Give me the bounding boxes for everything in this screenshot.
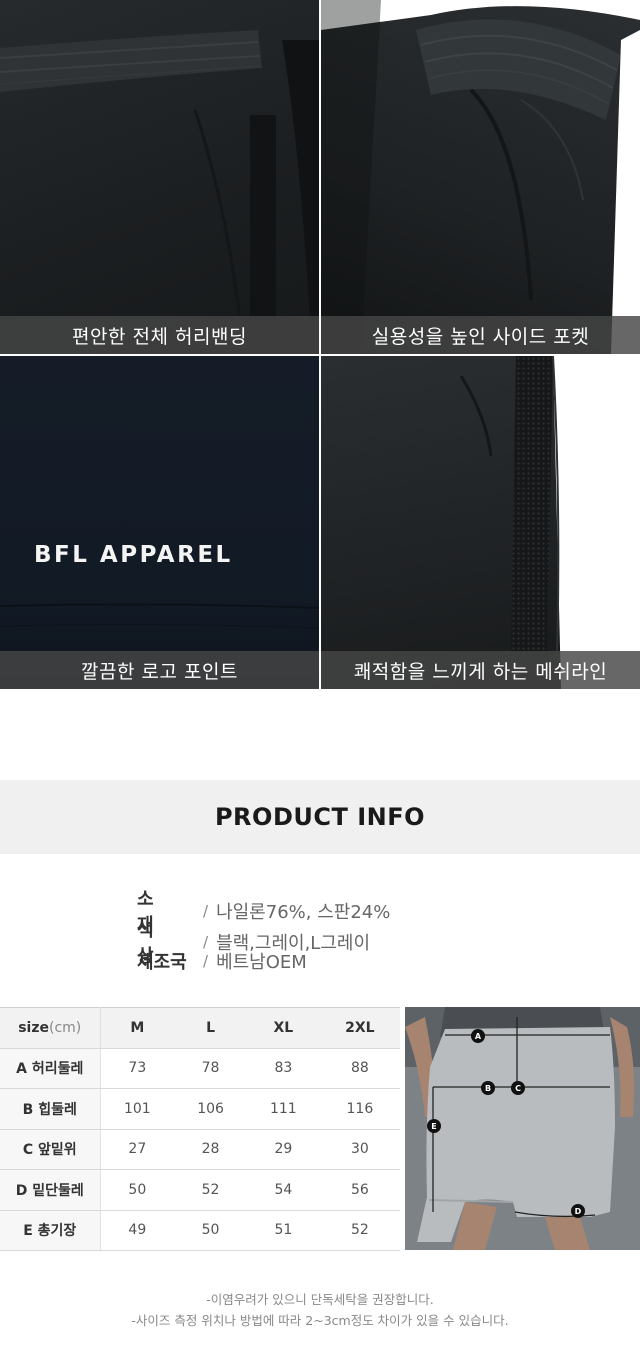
feature-caption: 실용성을 높인 사이드 포켓 (321, 316, 640, 354)
product-info-header: PRODUCT INFO (0, 780, 640, 854)
marker-c: C (511, 1081, 525, 1095)
feature-caption: 편안한 전체 허리밴딩 (0, 316, 319, 354)
bfl-apparel-logo: BFL APPAREL (34, 542, 233, 568)
table-cell: 54 (246, 1169, 320, 1211)
table-cell: 49 (100, 1210, 175, 1251)
table-cell: 52 (174, 1169, 247, 1211)
size-header-unit: (cm) (49, 1019, 82, 1036)
size-guide-model-photo: A B C D E (405, 1007, 640, 1250)
marker-d: D (571, 1204, 585, 1218)
table-cell: 73 (100, 1048, 175, 1089)
size-header-cell: size(cm) (0, 1007, 101, 1049)
waistband-photo: 편안한 전체 허리밴딩 (0, 0, 319, 354)
table-cell: 50 (174, 1210, 247, 1251)
table-row: A 허리둘레 73 78 83 88 (0, 1048, 400, 1089)
size-header-label: size (18, 1019, 49, 1036)
row-label: A 허리둘레 (0, 1048, 101, 1089)
table-cell: 111 (246, 1088, 320, 1130)
table-row: C 앞밑위 27 28 29 30 (0, 1129, 400, 1170)
size-table: size(cm) M L XL 2XL A 허리둘레 73 78 83 88 B… (0, 1007, 400, 1251)
table-cell: 29 (246, 1129, 320, 1170)
spec-label: 제조국 (137, 952, 187, 973)
marker-b: B (481, 1081, 495, 1095)
table-row: E 총기장 49 50 51 52 (0, 1210, 400, 1251)
size-deviation-note: -사이즈 측정 위치나 방법에 따라 2~3cm정도 차이가 있을 수 있습니다… (131, 1313, 509, 1328)
size-column-header: XL (246, 1007, 320, 1049)
row-label: E 총기장 (0, 1210, 101, 1251)
feature-caption: 쾌적함을 느끼게 하는 메쉬라인 (321, 651, 640, 689)
feature-caption: 깔끔한 로고 포인트 (0, 651, 319, 689)
table-cell: 101 (100, 1088, 175, 1130)
table-cell: 116 (319, 1088, 400, 1130)
side-pocket-photo: 실용성을 높인 사이드 포켓 (321, 0, 640, 354)
table-cell: 56 (319, 1169, 400, 1211)
table-cell: 50 (100, 1169, 175, 1211)
table-cell: 28 (174, 1129, 247, 1170)
mesh-line-photo: 쾌적함을 느끼게 하는 메쉬라인 (321, 356, 640, 689)
table-cell: 30 (319, 1129, 400, 1170)
table-row: B 힙둘레 101 106 111 116 (0, 1088, 400, 1130)
product-info-title: PRODUCT INFO (214, 803, 426, 831)
table-cell: 27 (100, 1129, 175, 1170)
spec-value: 베트남OEM (216, 952, 307, 973)
marker-e: E (427, 1119, 441, 1133)
spec-origin: 제조국 / 베트남OEM (137, 948, 307, 974)
feature-photo-grid: 편안한 전체 허리밴딩 실용성을 높인 사이드 포켓 BFL APPAREL 깔… (0, 0, 640, 689)
table-cell: 78 (174, 1048, 247, 1089)
table-cell: 51 (246, 1210, 320, 1251)
spec-separator: / (203, 952, 209, 970)
row-label: D 밑단둘레 (0, 1169, 101, 1211)
marker-a: A (471, 1029, 485, 1043)
washing-note: -이염우려가 있으니 단독세탁을 권장합니다. (206, 1292, 434, 1307)
row-label: C 앞밑위 (0, 1129, 101, 1170)
size-column-header: 2XL (319, 1007, 400, 1049)
table-cell: 83 (246, 1048, 320, 1089)
row-label: B 힙둘레 (0, 1088, 101, 1130)
table-cell: 88 (319, 1048, 400, 1089)
table-cell: 52 (319, 1210, 400, 1251)
size-column-header: L (174, 1007, 247, 1049)
logo-photo: BFL APPAREL 깔끔한 로고 포인트 (0, 356, 319, 689)
size-column-header: M (100, 1007, 175, 1049)
table-cell: 106 (174, 1088, 247, 1130)
table-row: D 밑단둘레 50 52 54 56 (0, 1169, 400, 1211)
size-table-header-row: size(cm) M L XL 2XL (0, 1007, 400, 1049)
